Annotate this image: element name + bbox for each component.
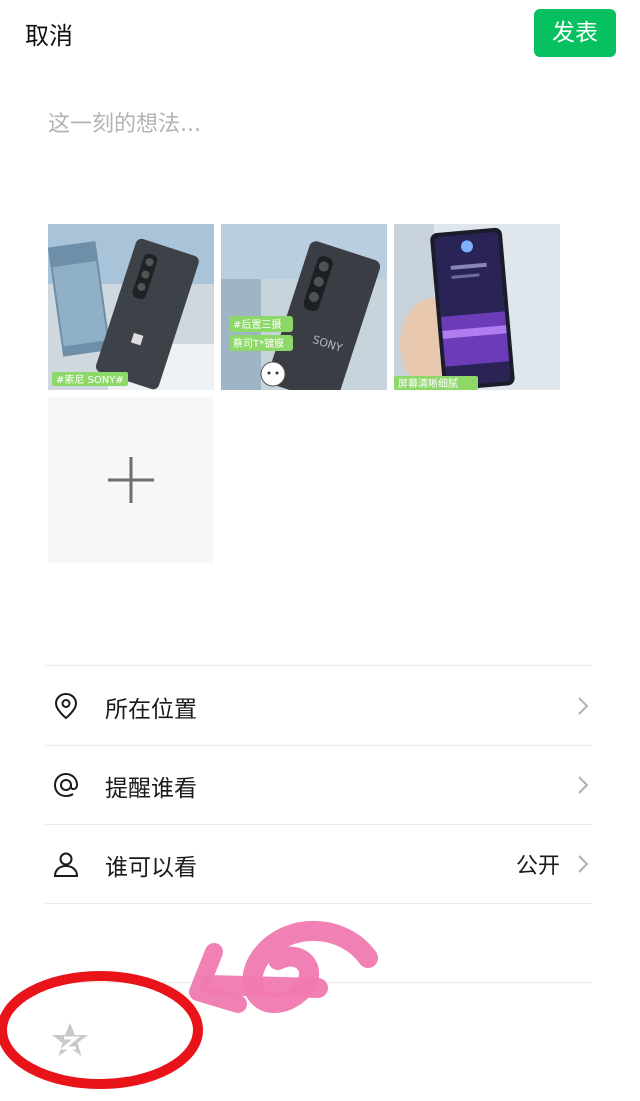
plus-icon [108,457,154,503]
divider [45,903,592,904]
top-bar: 取消 发表 [0,0,640,70]
chevron-right-icon [578,697,589,715]
person-icon [53,852,79,877]
red-ellipse-annotation [0,971,203,1089]
photo-thumbnail-3[interactable]: 屏幕清晰细腻 [394,224,560,390]
photo-1-caption: #索尼 SONY# [56,373,124,386]
option-mention-label: 提醒谁看 [105,776,197,802]
photo-2-caption-2: 蔡司T*镀膜 [233,337,284,350]
chevron-right-icon [578,776,589,794]
at-sign-icon [53,772,79,798]
divider [45,665,592,666]
photo-thumbnail-2[interactable]: SONY #后置三摄 蔡司T*镀膜 [221,224,387,390]
chevron-right-icon [578,855,589,873]
location-pin-icon [54,692,78,720]
photo-thumbnail-1[interactable]: #索尼 SONY# [48,224,214,390]
star-badge-icon[interactable] [50,1020,90,1060]
option-mention[interactable]: 提醒谁看 [45,746,592,824]
option-visibility-value: 公开 [515,854,560,879]
photo-3-caption: 屏幕清晰细腻 [398,377,458,390]
option-location-label: 所在位置 [105,697,197,723]
publish-button[interactable]: 发表 [534,9,616,57]
option-visibility-label: 谁可以看 [105,855,197,881]
option-visibility[interactable]: 谁可以看 公开 [45,825,592,903]
option-location[interactable]: 所在位置 [45,667,592,745]
thoughts-input[interactable] [48,104,588,144]
add-photo-button[interactable] [48,397,214,563]
photo-2-caption-1: #后置三摄 [233,318,281,331]
pink-arrow-annotation [189,921,378,1013]
cancel-button[interactable]: 取消 [25,16,73,51]
divider [45,982,592,983]
